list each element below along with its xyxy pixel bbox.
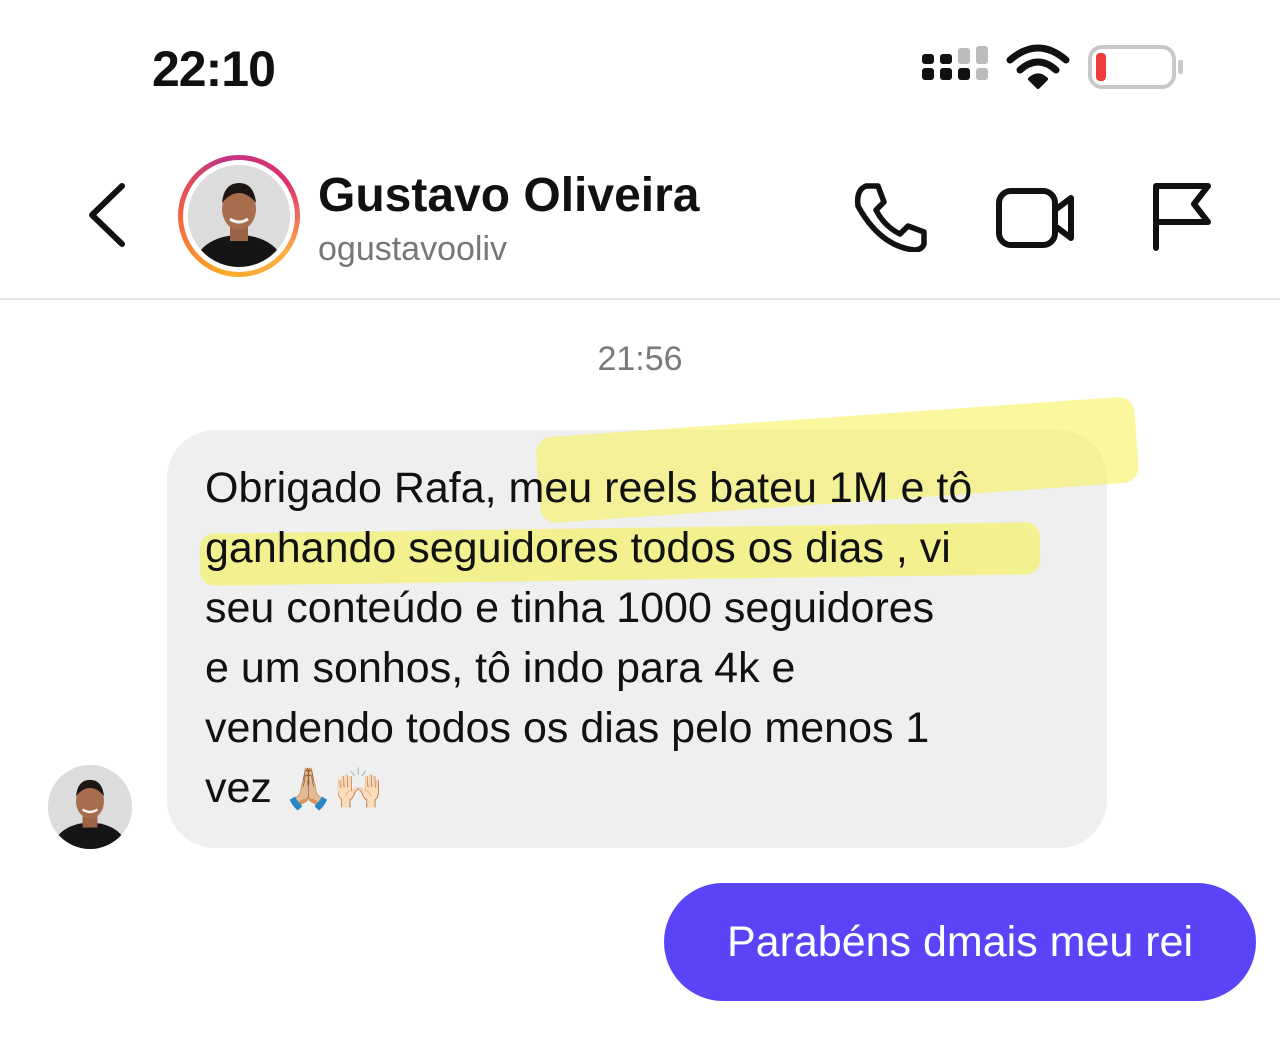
flag-icon[interactable]	[1150, 182, 1214, 252]
back-icon[interactable]	[84, 182, 132, 248]
message-line: Obrigado Rafa, meu reels bateu 1M e tô	[205, 464, 973, 512]
signal-icon	[922, 46, 988, 80]
incoming-message-text: Obrigado Rafa, meu reels bateu 1M e tô g…	[205, 458, 1075, 819]
avatar-photo	[188, 165, 290, 267]
message-line: ganhando seguidores todos os dias , vi	[205, 524, 951, 572]
wifi-icon	[1006, 44, 1070, 89]
video-icon[interactable]	[996, 186, 1076, 250]
chat-screen: 22:10 Gustavo Oliveira ogustavooliv 21:5…	[0, 0, 1280, 1045]
message-line: seu conteúdo e tinha 1000 seguidores	[205, 584, 935, 632]
message-line: vez	[205, 764, 272, 812]
battery-icon	[1088, 45, 1183, 89]
header-divider	[0, 298, 1280, 300]
sender-avatar[interactable]	[48, 765, 132, 849]
message-timestamp: 21:56	[597, 340, 683, 378]
outgoing-message-bubble[interactable]: Parabéns dmais meu rei	[664, 883, 1256, 1001]
message-line: vendendo todos os dias pelo menos 1	[205, 704, 930, 752]
contact-avatar[interactable]	[178, 155, 300, 277]
status-time: 22:10	[152, 41, 276, 97]
outgoing-message-text: Parabéns dmais meu rei	[726, 918, 1194, 966]
phone-icon[interactable]	[852, 182, 928, 252]
message-last-line: vez 🙏🏼🙌🏻	[205, 758, 1075, 819]
emoji-reaction-icons: 🙏🏼🙌🏻	[283, 767, 384, 811]
contact-name[interactable]: Gustavo Oliveira	[318, 168, 700, 223]
message-line: e um sonhos, tô indo para 4k e	[205, 644, 796, 692]
contact-handle[interactable]: ogustavooliv	[318, 230, 507, 269]
